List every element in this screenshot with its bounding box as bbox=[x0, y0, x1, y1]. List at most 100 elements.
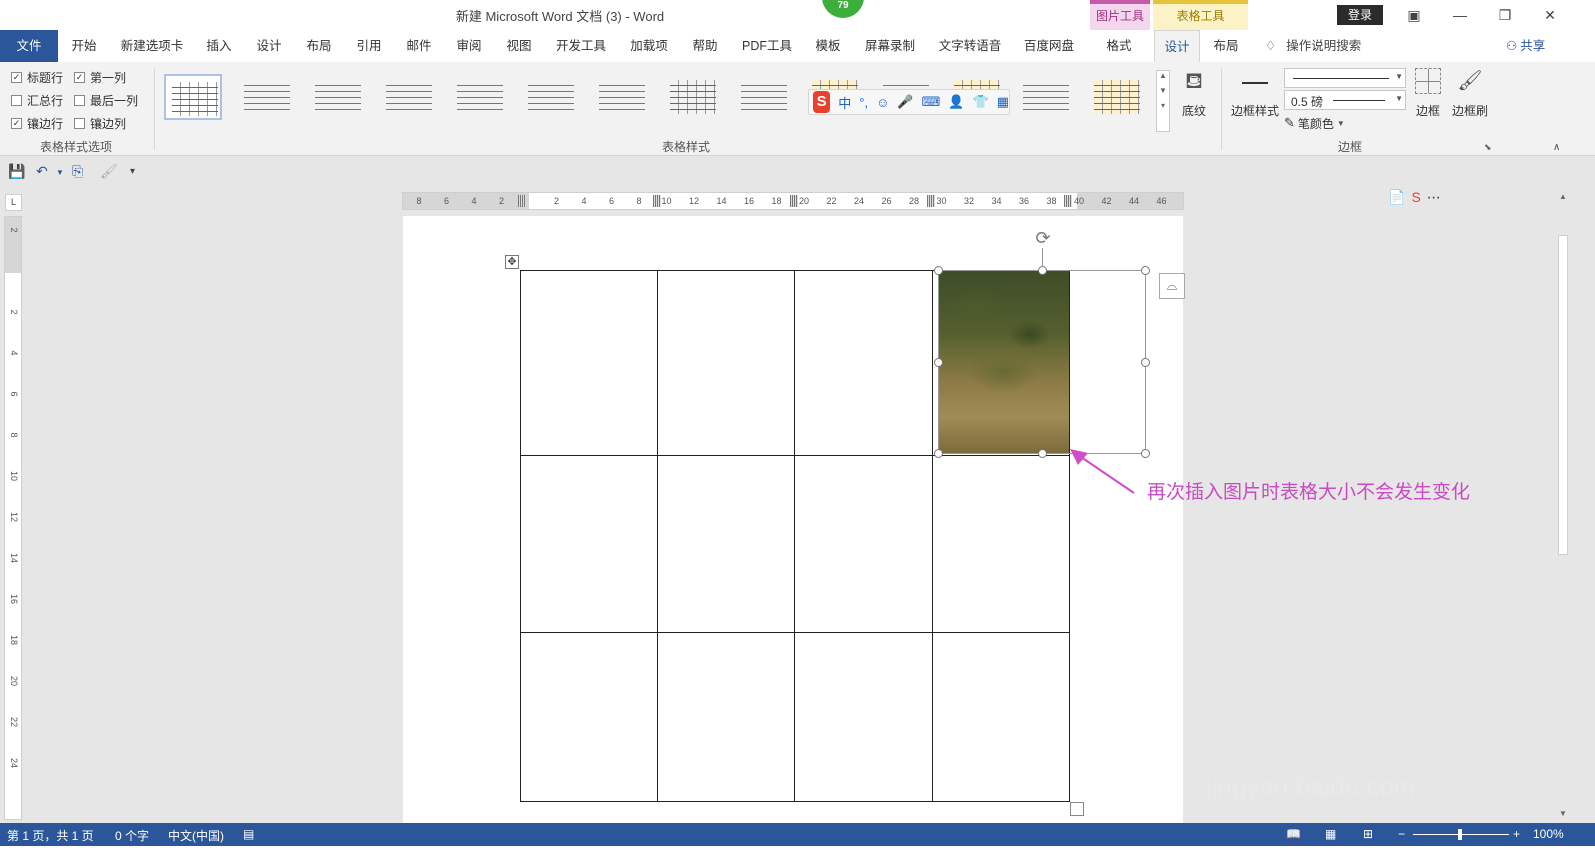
resize-handle[interactable] bbox=[934, 358, 943, 367]
vertical-scrollbar[interactable]: ▲ ▼ bbox=[1557, 190, 1569, 820]
shading-button[interactable]: ⛾ 底纹 bbox=[1178, 68, 1210, 130]
tab-baidu-netdisk[interactable]: 百度网盘 bbox=[1016, 30, 1082, 62]
ime-language-toggle[interactable]: 中 bbox=[838, 93, 851, 112]
pdf-icon[interactable]: 📄 bbox=[1388, 189, 1405, 206]
zoom-slider-knob[interactable] bbox=[1458, 829, 1462, 840]
banded-columns-option[interactable]: 镶边列 bbox=[74, 115, 126, 132]
tab-picture-format[interactable]: 格式 bbox=[1094, 30, 1144, 62]
resize-handle[interactable] bbox=[1141, 358, 1150, 367]
tell-me-search[interactable]: ♢ 操作说明搜索 bbox=[1265, 30, 1361, 62]
tab-view[interactable]: 视图 bbox=[498, 30, 540, 62]
punctuation-icon[interactable]: °, bbox=[859, 95, 868, 110]
column-marker[interactable] bbox=[518, 195, 526, 207]
table-style-option[interactable] bbox=[238, 74, 296, 120]
table-style-option[interactable] bbox=[309, 74, 367, 120]
share-button[interactable]: ⚇ 共享 bbox=[1506, 30, 1545, 62]
table-style-option[interactable] bbox=[522, 74, 580, 120]
web-layout-icon[interactable]: ⊞ bbox=[1363, 827, 1373, 841]
table-style-option[interactable] bbox=[664, 74, 722, 120]
scrollbar-thumb[interactable] bbox=[1558, 235, 1568, 555]
banded-rows-option[interactable]: ✓ 镶边行 bbox=[11, 115, 63, 132]
zoom-level[interactable]: 100% bbox=[1533, 827, 1564, 841]
gallery-scroll[interactable]: ▲ ▼ ▾ bbox=[1156, 70, 1170, 132]
last-column-option[interactable]: 最后一列 bbox=[74, 92, 138, 109]
table-style-option[interactable] bbox=[593, 74, 651, 120]
sogou-logo-icon[interactable]: S bbox=[813, 91, 831, 113]
collapse-ribbon-icon[interactable]: ∧ bbox=[1553, 142, 1560, 153]
sogou-icon[interactable]: S bbox=[1411, 189, 1420, 206]
table-resize-handle[interactable] bbox=[1070, 802, 1084, 816]
tab-developer[interactable]: 开发工具 bbox=[550, 30, 612, 62]
minimize-icon[interactable]: — bbox=[1445, 4, 1475, 26]
tab-stop-selector-icon[interactable]: L bbox=[5, 194, 22, 211]
customize-qat-icon[interactable]: ▾ bbox=[130, 166, 135, 177]
scroll-up-icon[interactable]: ▲ bbox=[1557, 192, 1569, 201]
gallery-expand-icon[interactable]: ▾ bbox=[1157, 101, 1169, 110]
dialog-launcher-icon[interactable]: ⬊ bbox=[1484, 142, 1492, 153]
table-style-option[interactable] bbox=[1088, 74, 1146, 120]
login-button[interactable]: 登录 bbox=[1337, 5, 1383, 25]
microphone-icon[interactable]: 🎤 bbox=[897, 94, 913, 110]
copy-format-icon[interactable]: ⎘ bbox=[72, 163, 83, 180]
border-style-button[interactable]: 边框样式 bbox=[1228, 72, 1280, 132]
resize-handle[interactable] bbox=[1141, 266, 1150, 275]
tab-mailings[interactable]: 邮件 bbox=[398, 30, 440, 62]
close-icon[interactable]: ✕ bbox=[1535, 4, 1565, 26]
chevron-up-icon[interactable]: ▲ bbox=[1157, 71, 1169, 80]
tab-home[interactable]: 开始 bbox=[62, 30, 106, 62]
first-column-option[interactable]: ✓ 第一列 bbox=[74, 69, 126, 86]
tab-insert[interactable]: 插入 bbox=[198, 30, 240, 62]
tab-new-tab[interactable]: 新建选项卡 bbox=[112, 30, 192, 62]
zoom-in-button[interactable]: + bbox=[1513, 827, 1520, 841]
keyboard-icon[interactable]: ⌨ bbox=[922, 94, 941, 110]
border-painter-button[interactable]: 🖌 边框刷 bbox=[1450, 68, 1490, 134]
vertical-ruler[interactable]: 2 2 4 6 8 10 12 14 16 18 20 22 24 bbox=[4, 216, 22, 820]
more-icon[interactable]: ⋯ bbox=[1427, 189, 1441, 206]
resize-handle[interactable] bbox=[934, 266, 943, 275]
line-weight-dropdown[interactable]: 0.5 磅 ▼ bbox=[1284, 90, 1406, 110]
tab-template[interactable]: 模板 bbox=[806, 30, 850, 62]
tab-addins[interactable]: 加载项 bbox=[622, 30, 676, 62]
table-style-grid-selected[interactable] bbox=[164, 74, 222, 120]
macro-record-icon[interactable]: ▤ bbox=[243, 827, 254, 841]
word-count[interactable]: 0 个字 bbox=[115, 827, 149, 844]
table-style-option[interactable] bbox=[735, 74, 793, 120]
print-layout-icon[interactable]: ▦ bbox=[1325, 827, 1336, 841]
header-row-option[interactable]: ✓ 标题行 bbox=[11, 69, 63, 86]
undo-icon[interactable]: ↶ bbox=[36, 163, 48, 180]
user-icon[interactable]: 👤 bbox=[948, 94, 964, 110]
rotate-handle-icon[interactable]: ⟳ bbox=[1033, 228, 1053, 248]
resize-handle[interactable] bbox=[1141, 449, 1150, 458]
pen-color-button[interactable]: ✎ 笔颜色 ▼ bbox=[1284, 114, 1364, 132]
save-icon[interactable]: 💾 bbox=[8, 163, 25, 180]
notification-badge[interactable]: 79 bbox=[822, 0, 864, 18]
language-indicator[interactable]: 中文(中国) bbox=[168, 827, 224, 844]
page-count[interactable]: 第 1 页，共 1 页 bbox=[7, 827, 94, 844]
table-style-option[interactable] bbox=[380, 74, 438, 120]
tab-layout[interactable]: 布局 bbox=[298, 30, 340, 62]
tab-pdf-tools[interactable]: PDF工具 bbox=[736, 30, 798, 62]
tab-screen-record[interactable]: 屏幕录制 bbox=[858, 30, 922, 62]
resize-handle[interactable] bbox=[1038, 449, 1047, 458]
tab-review[interactable]: 审阅 bbox=[448, 30, 490, 62]
table-style-option[interactable] bbox=[451, 74, 509, 120]
format-painter-icon[interactable]: 🖌 bbox=[100, 163, 118, 180]
tab-design[interactable]: 设计 bbox=[248, 30, 290, 62]
borders-button[interactable]: 边框 bbox=[1412, 68, 1444, 134]
layout-options-icon[interactable]: ⌓ bbox=[1159, 273, 1185, 299]
ribbon-display-icon[interactable]: ▣ bbox=[1399, 4, 1429, 26]
tab-references[interactable]: 引用 bbox=[348, 30, 390, 62]
tab-file[interactable]: 文件 bbox=[0, 30, 58, 62]
emoji-icon[interactable]: ☺ bbox=[876, 95, 889, 110]
table-style-option[interactable] bbox=[1017, 74, 1075, 120]
resize-handle[interactable] bbox=[1038, 266, 1047, 275]
horizontal-ruler[interactable]: 8 6 4 2 2 4 6 8 10 12 14 16 18 20 22 24 26 28 30 32 34 36 38 40… bbox=[402, 192, 1184, 210]
total-row-option[interactable]: 汇总行 bbox=[11, 92, 63, 109]
undo-dropdown-icon[interactable]: ▼ bbox=[56, 168, 64, 177]
apps-icon[interactable]: ▦ bbox=[997, 94, 1009, 110]
resize-handle[interactable] bbox=[934, 449, 943, 458]
chevron-down-icon[interactable]: ▼ bbox=[1157, 86, 1169, 95]
tab-table-layout[interactable]: 布局 bbox=[1204, 30, 1248, 62]
tab-table-design[interactable]: 设计 bbox=[1154, 30, 1200, 63]
tab-text-to-speech[interactable]: 文字转语音 bbox=[932, 30, 1008, 62]
